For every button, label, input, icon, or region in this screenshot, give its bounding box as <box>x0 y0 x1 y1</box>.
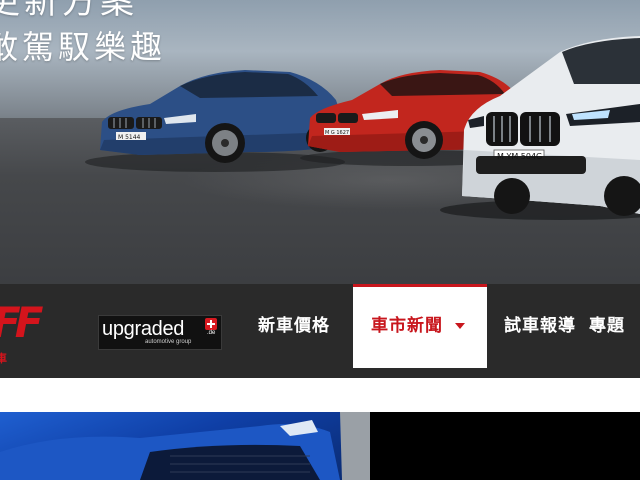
hero-cars-image: M 5144 M G 1627 M YM 504G <box>85 36 640 220</box>
blue-sedan <box>100 70 342 163</box>
plate-blue: M 5144 <box>118 134 141 141</box>
nav-test-drive-reports-label: 試車報導 <box>504 316 576 336</box>
blue-car-image <box>0 412 370 480</box>
white-suv <box>462 36 640 216</box>
article-thumbnail-left[interactable] <box>0 412 370 480</box>
upgraded-logo-tagline: automotive group <box>145 339 192 345</box>
nav-features-label: 專題 <box>589 316 625 336</box>
article-thumbnail-right[interactable] <box>370 412 640 480</box>
swiss-cross-icon <box>205 318 217 330</box>
site-logo-mark: FF <box>0 298 43 347</box>
upgraded-partner-logo[interactable]: upgraded .de automotive group <box>98 315 222 350</box>
nav-car-news-label: 車市新聞 <box>371 316 443 336</box>
nav-new-car-prices[interactable]: 新車價格 <box>258 284 330 368</box>
nav-car-news[interactable]: 車市新聞 <box>353 284 487 368</box>
plate-white: M YM 504G <box>497 152 542 161</box>
site-logo[interactable]: FF 車 <box>0 296 54 365</box>
upgraded-logo-domain: .de <box>207 330 216 336</box>
main-navbar: FF 車 upgraded .de automotive group 新車價格 … <box>0 284 640 378</box>
site-logo-sub: 車 <box>0 352 7 365</box>
plate-red: M G 1627 <box>325 130 349 136</box>
upgraded-logo-word: upgraded <box>102 318 185 340</box>
chevron-down-icon <box>455 323 465 329</box>
nav-features[interactable]: 專題 <box>589 284 625 368</box>
nav-test-drive-reports[interactable]: 試車報導 <box>504 284 576 368</box>
hero-banner[interactable]: 更新方案 敢駕馭樂趣 M 5144 M G 1627 M YM 504G <box>0 0 640 284</box>
nav-new-car-prices-label: 新車價格 <box>258 316 330 336</box>
